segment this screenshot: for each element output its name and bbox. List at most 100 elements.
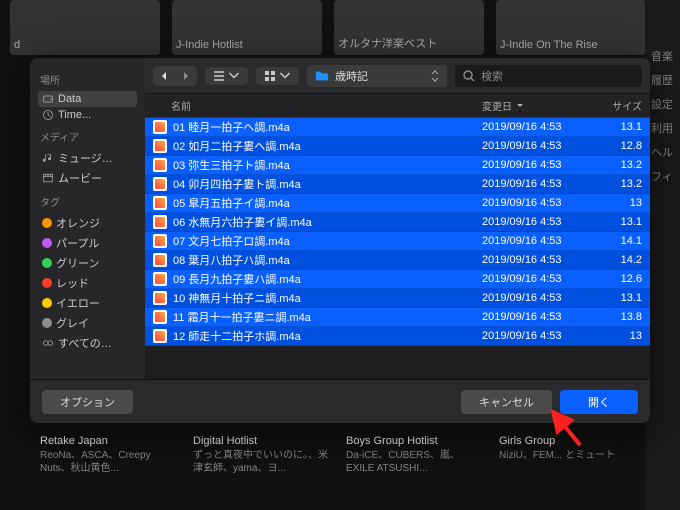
file-date: 2019/09/16 4:53 xyxy=(482,178,602,190)
dialog-footer: オプション キャンセル 開く xyxy=(30,379,650,423)
file-row[interactable]: 08 葉月八拍子ハ調.m4a2019/09/16 4:5314.2 xyxy=(145,251,650,270)
audio-file-icon xyxy=(153,215,167,229)
file-date: 2019/09/16 4:53 xyxy=(482,216,602,228)
audio-file-icon xyxy=(153,310,167,324)
bg-right-item: ヘル xyxy=(651,144,674,160)
file-name: 09 長月九拍子婁ハ調.m4a xyxy=(173,271,482,287)
audio-file-icon xyxy=(153,253,167,267)
bg-album: Digital Hotlistずっと真夜中でいいのに。、米津玄師、yama、ヨ.… xyxy=(193,435,334,510)
file-row[interactable]: 05 皐月五拍子イ調.m4a2019/09/16 4:5313 xyxy=(145,194,650,213)
column-headers[interactable]: 名前 変更日 サイズ xyxy=(145,94,650,118)
bg-right-item: 利用 xyxy=(651,120,674,136)
file-size: 13.2 xyxy=(602,159,642,171)
sidebar-all-tags[interactable]: すべての… xyxy=(38,333,137,353)
bg-card: d xyxy=(10,0,160,55)
audio-file-icon xyxy=(153,177,167,191)
file-date: 2019/09/16 4:53 xyxy=(482,330,602,342)
tag-dot-icon xyxy=(42,218,52,228)
sidebar-item-イエロー[interactable]: イエロー xyxy=(38,293,137,313)
tag-dot-icon xyxy=(42,238,52,248)
sidebar-item-グレイ[interactable]: グレイ xyxy=(38,313,137,333)
file-row[interactable]: 01 睦月一拍子ヘ調.m4a2019/09/16 4:5313.1 xyxy=(145,118,650,137)
cancel-button[interactable]: キャンセル xyxy=(461,390,552,414)
file-row[interactable]: 07 文月七拍子ロ調.m4a2019/09/16 4:5314.1 xyxy=(145,232,650,251)
sidebar-item-label: グリーン xyxy=(56,255,99,271)
sidebar-item-label: Data xyxy=(58,93,81,105)
sidebar-item-label: ムービー xyxy=(58,170,102,186)
bg-right-item: 履歴 xyxy=(651,72,674,88)
sidebar-item-レッド[interactable]: レッド xyxy=(38,273,137,293)
file-name: 07 文月七拍子ロ調.m4a xyxy=(173,233,482,249)
column-size[interactable]: サイズ xyxy=(602,98,642,113)
file-name: 10 神無月十拍子ニ調.m4a xyxy=(173,290,482,306)
file-date: 2019/09/16 4:53 xyxy=(482,140,602,152)
forward-button[interactable] xyxy=(175,66,197,86)
column-name[interactable]: 名前 xyxy=(153,98,482,113)
sidebar-item-Time...[interactable]: Time... xyxy=(38,107,137,123)
file-row[interactable]: 04 卯月四拍子婁ト調.m4a2019/09/16 4:5313.2 xyxy=(145,175,650,194)
audio-file-icon xyxy=(153,234,167,248)
sidebar-item-label: パープル xyxy=(56,235,99,251)
file-size: 14.1 xyxy=(602,235,642,247)
current-folder-label: 歳時記 xyxy=(335,68,368,84)
bg-right-item: 音楽 xyxy=(651,48,674,64)
options-button[interactable]: オプション xyxy=(42,390,133,414)
file-date: 2019/09/16 4:53 xyxy=(482,292,602,304)
group-mode[interactable] xyxy=(256,67,299,85)
sidebar-item-label: イエロー xyxy=(56,295,100,311)
file-row[interactable]: 03 弥生三拍子ト調.m4a2019/09/16 4:5313.2 xyxy=(145,156,650,175)
sidebar-item-パープル[interactable]: パープル xyxy=(38,233,137,253)
file-date: 2019/09/16 4:53 xyxy=(482,311,602,323)
sidebar-item-label: Time... xyxy=(58,109,91,121)
file-row[interactable]: 11 霜月十一拍子婁ニ調.m4a2019/09/16 4:5313.8 xyxy=(145,308,650,327)
file-date: 2019/09/16 4:53 xyxy=(482,235,602,247)
sidebar-item-ミュージ…[interactable]: ミュージ… xyxy=(38,148,137,168)
column-date[interactable]: 変更日 xyxy=(482,98,602,113)
view-mode-group[interactable] xyxy=(205,67,248,85)
path-selector[interactable]: 歳時記 xyxy=(307,65,447,87)
file-size: 13.1 xyxy=(602,216,642,228)
main-content: 歳時記 検索 名前 変更日 サイズ 01 睦月一拍子ヘ調.m4a2019/09/… xyxy=(145,58,650,379)
file-size: 14.2 xyxy=(602,254,642,266)
clock-icon xyxy=(42,109,54,121)
file-date: 2019/09/16 4:53 xyxy=(482,121,602,133)
sidebar-item-label: レッド xyxy=(56,275,89,291)
file-row[interactable]: 09 長月九拍子婁ハ調.m4a2019/09/16 4:5312.6 xyxy=(145,270,650,289)
sidebar-header-locations: 場所 xyxy=(40,72,135,87)
sidebar-header-media: メディア xyxy=(40,129,135,144)
tag-dot-icon xyxy=(42,278,52,288)
file-name: 05 皐月五拍子イ調.m4a xyxy=(173,195,482,211)
sidebar-item-オレンジ[interactable]: オレンジ xyxy=(38,213,137,233)
drive-icon xyxy=(42,93,54,105)
file-size: 13.1 xyxy=(602,292,642,304)
audio-file-icon xyxy=(153,120,167,134)
file-date: 2019/09/16 4:53 xyxy=(482,254,602,266)
file-name: 02 如月二拍子婁ヘ調.m4a xyxy=(173,138,482,154)
file-open-dialog: 場所 DataTime... メディア ミュージ…ムービー タグ オレンジパープ… xyxy=(30,58,650,423)
tag-dot-icon xyxy=(42,298,52,308)
file-size: 13.2 xyxy=(602,178,642,190)
file-name: 01 睦月一拍子ヘ調.m4a xyxy=(173,119,482,135)
back-button[interactable] xyxy=(153,66,175,86)
file-row[interactable]: 06 水無月六拍子婁イ調.m4a2019/09/16 4:5313.1 xyxy=(145,213,650,232)
file-name: 12 師走十二拍子ホ調.m4a xyxy=(173,328,482,344)
file-size: 13 xyxy=(602,197,642,209)
sidebar-item-ムービー[interactable]: ムービー xyxy=(38,168,137,188)
open-button[interactable]: 開く xyxy=(560,390,638,414)
audio-file-icon xyxy=(153,272,167,286)
sidebar: 場所 DataTime... メディア ミュージ…ムービー タグ オレンジパープ… xyxy=(30,58,145,379)
sidebar-item-グリーン[interactable]: グリーン xyxy=(38,253,137,273)
file-row[interactable]: 10 神無月十拍子ニ調.m4a2019/09/16 4:5313.1 xyxy=(145,289,650,308)
file-date: 2019/09/16 4:53 xyxy=(482,159,602,171)
file-name: 04 卯月四拍子婁ト調.m4a xyxy=(173,176,482,192)
bg-right-item: フィ xyxy=(651,168,674,184)
file-row[interactable]: 12 師走十二拍子ホ調.m4a2019/09/16 4:5313 xyxy=(145,327,650,346)
sidebar-item-Data[interactable]: Data xyxy=(38,91,137,107)
file-list[interactable]: 01 睦月一拍子ヘ調.m4a2019/09/16 4:5313.102 如月二拍… xyxy=(145,118,650,379)
file-date: 2019/09/16 4:53 xyxy=(482,197,602,209)
search-input[interactable]: 検索 xyxy=(455,65,642,87)
bg-album: Boys Group HotlistDa-iCE、CUBERS、嵐、EXILE … xyxy=(346,435,487,510)
bg-card: J-Indie On The Rise xyxy=(496,0,646,55)
sidebar-item-label: ミュージ… xyxy=(58,150,113,166)
file-row[interactable]: 02 如月二拍子婁ヘ調.m4a2019/09/16 4:5312.8 xyxy=(145,137,650,156)
